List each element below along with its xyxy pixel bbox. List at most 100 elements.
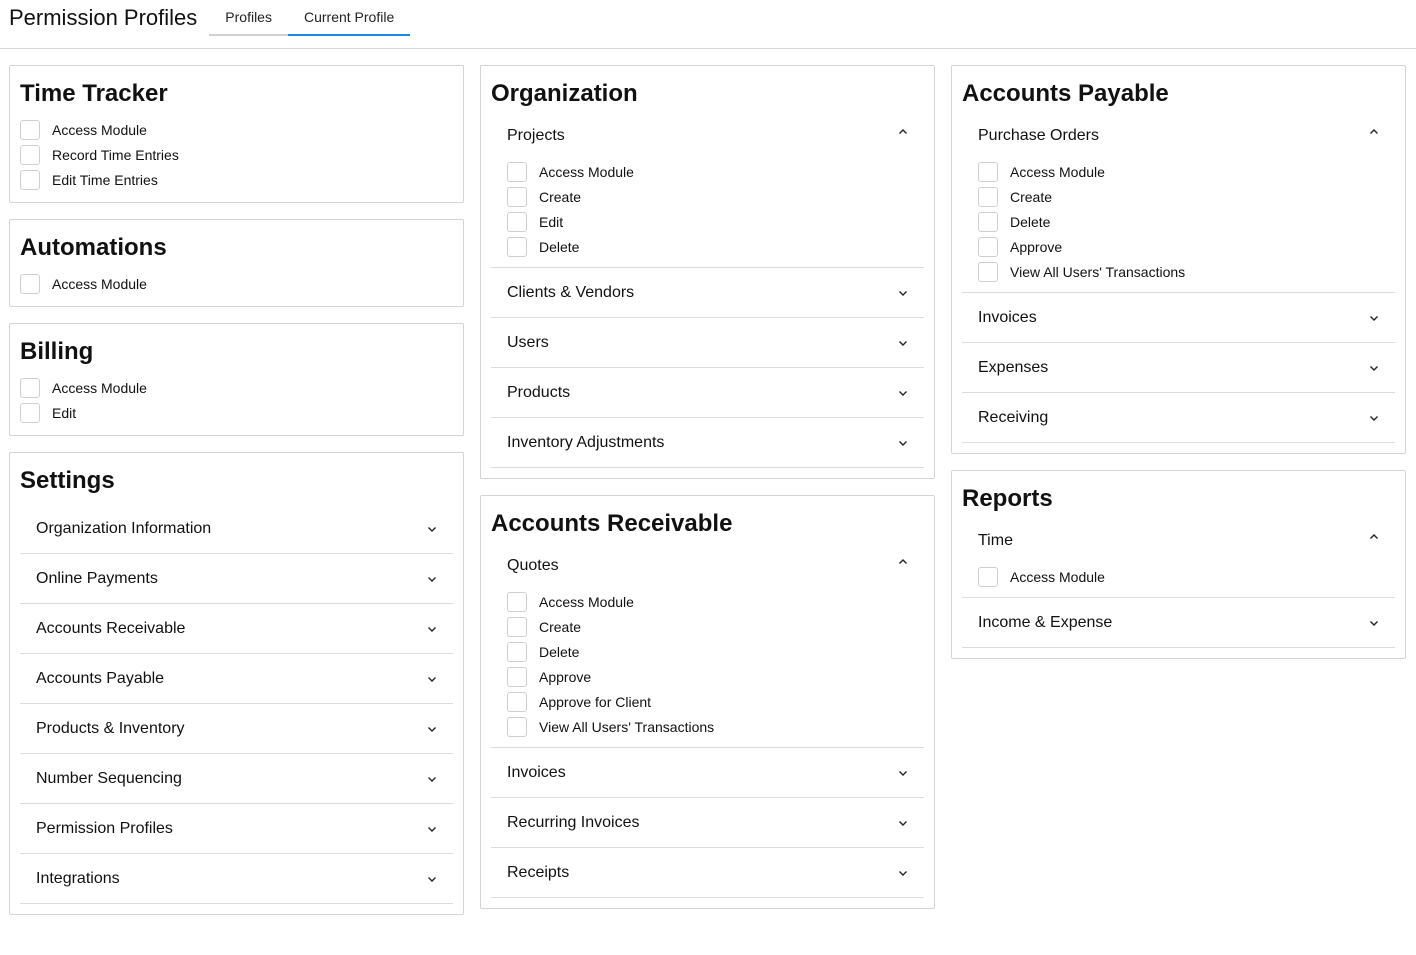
accordion-permission-profiles[interactable]: Permission Profiles xyxy=(20,804,453,854)
accordion-organization-information[interactable]: Organization Information xyxy=(20,504,453,554)
accordion-label: Recurring Invoices xyxy=(507,813,640,831)
checkbox-label: Create xyxy=(539,188,582,205)
accordion-expenses[interactable]: Expenses xyxy=(962,343,1395,393)
checkbox[interactable] xyxy=(978,236,998,257)
accordion-purchase-orders[interactable]: Purchase Orders xyxy=(962,117,1395,157)
accordion-income-expense[interactable]: Income & Expense xyxy=(962,598,1395,648)
accordion-label: Integrations xyxy=(36,869,120,887)
accordion-integrations[interactable]: Integrations xyxy=(20,854,453,904)
accordion-number-sequencing[interactable]: Number Sequencing xyxy=(20,754,453,804)
chevron-down-icon xyxy=(427,824,437,834)
checkbox[interactable] xyxy=(20,273,40,294)
accordion-label: Income & Expense xyxy=(978,613,1113,631)
accordion-label: Inventory Adjustments xyxy=(507,433,665,451)
checkbox[interactable] xyxy=(507,591,527,612)
chevron-down-icon xyxy=(1369,413,1379,423)
checkbox[interactable] xyxy=(978,211,998,232)
accordion-label: Users xyxy=(507,333,549,351)
checkbox-label: Delete xyxy=(539,238,580,255)
checkbox[interactable] xyxy=(507,691,527,712)
chevron-down-icon xyxy=(898,768,908,778)
card-title: Billing xyxy=(20,338,94,365)
tab-profiles[interactable]: Profiles xyxy=(209,0,288,36)
checkbox-label: View All Users' Transactions xyxy=(539,718,715,735)
accordion-label: Permission Profiles xyxy=(36,819,173,837)
accordion-label: Number Sequencing xyxy=(36,769,182,787)
permission-row: Edit Time Entries xyxy=(20,167,453,192)
card-automations: Automations Access Module xyxy=(9,219,464,307)
card-title: Automations xyxy=(20,234,167,261)
card-title: Accounts Receivable xyxy=(491,510,733,537)
accordion-inventory-adjustments[interactable]: Inventory Adjustments xyxy=(491,418,924,468)
accordion-online-payments[interactable]: Online Payments xyxy=(20,554,453,604)
accordion-body-purchase-orders: Access Module Create Delete Approve View… xyxy=(962,157,1395,293)
checkbox[interactable] xyxy=(507,161,527,182)
chevron-down-icon xyxy=(898,818,908,828)
accordion-time[interactable]: Time xyxy=(962,522,1395,562)
checkbox[interactable] xyxy=(507,236,527,257)
permission-row: Create xyxy=(507,184,908,209)
checkbox[interactable] xyxy=(20,377,40,398)
permission-row: View All Users' Transactions xyxy=(507,714,908,739)
tab-current-profile[interactable]: Current Profile xyxy=(287,0,411,36)
accordion-users[interactable]: Users xyxy=(491,318,924,368)
chevron-up-icon xyxy=(1369,532,1379,542)
checkbox[interactable] xyxy=(20,144,40,165)
accordion-receiving[interactable]: Receiving xyxy=(962,393,1395,443)
checkbox-label: Approve xyxy=(1010,238,1063,255)
checkbox[interactable] xyxy=(978,186,998,207)
checkbox[interactable] xyxy=(20,119,40,140)
accordion-quotes[interactable]: Quotes xyxy=(491,547,924,587)
permission-row: Access Module xyxy=(507,589,908,614)
chevron-down-icon xyxy=(898,338,908,348)
column-right: Accounts Payable Purchase Orders Access … xyxy=(951,65,1406,675)
checkbox[interactable] xyxy=(507,641,527,662)
checkbox[interactable] xyxy=(507,666,527,687)
permission-row: Access Module xyxy=(20,117,453,142)
checkbox[interactable] xyxy=(978,161,998,182)
accordion-label: Organization Information xyxy=(36,519,212,537)
checkbox[interactable] xyxy=(20,169,40,190)
permission-row: Create xyxy=(507,614,908,639)
checkbox[interactable] xyxy=(507,716,527,737)
accordion-recurring-invoices[interactable]: Recurring Invoices xyxy=(491,798,924,848)
accordion-receipts[interactable]: Receipts xyxy=(491,848,924,898)
accordion-clients-vendors[interactable]: Clients & Vendors xyxy=(491,268,924,318)
accordion-body-quotes: Access Module Create Delete Approve Appr… xyxy=(491,587,924,748)
column-left: Time Tracker Access Module Record Time E… xyxy=(9,65,464,931)
accordion-invoices[interactable]: Invoices xyxy=(491,748,924,798)
checkbox-label: Approve xyxy=(539,668,592,685)
card-settings: Settings Organization Information Online… xyxy=(9,452,464,915)
accordion-products[interactable]: Products xyxy=(491,368,924,418)
checkbox[interactable] xyxy=(20,402,40,423)
accordion-label: Clients & Vendors xyxy=(507,283,635,301)
accordion-accounts-receivable[interactable]: Accounts Receivable xyxy=(20,604,453,654)
chevron-down-icon xyxy=(427,874,437,884)
checkbox-label: Delete xyxy=(1010,213,1051,230)
checkbox[interactable] xyxy=(978,261,998,282)
column-middle: Organization Projects Access Module Crea… xyxy=(480,65,935,925)
accordion-label: Quotes xyxy=(507,557,559,574)
accordion-accounts-payable[interactable]: Accounts Payable xyxy=(20,654,453,704)
permission-row: Delete xyxy=(507,639,908,664)
checkbox[interactable] xyxy=(507,211,527,232)
chevron-down-icon xyxy=(898,388,908,398)
accordion-invoices[interactable]: Invoices xyxy=(962,293,1395,343)
checkbox-label: Access Module xyxy=(52,121,147,138)
checkbox[interactable] xyxy=(507,186,527,207)
chevron-up-icon xyxy=(1369,127,1379,137)
checkbox-label: Edit xyxy=(539,213,564,230)
permission-row: Access Module xyxy=(20,375,453,400)
accordion-products-inventory[interactable]: Products & Inventory xyxy=(20,704,453,754)
top-bar: Permission Profiles Profiles Current Pro… xyxy=(0,0,1416,49)
checkbox[interactable] xyxy=(978,566,998,587)
accordion-label: Products xyxy=(507,383,571,401)
checkbox[interactable] xyxy=(507,616,527,637)
permission-row: Approve xyxy=(978,234,1379,259)
permission-row: Approve for Client xyxy=(507,689,908,714)
accordion-label: Purchase Orders xyxy=(978,127,1099,144)
permission-row: Edit xyxy=(20,400,453,425)
accordion-projects[interactable]: Projects xyxy=(491,117,924,157)
card-billing: Billing Access Module Edit xyxy=(9,323,464,436)
accordion-label: Receiving xyxy=(978,408,1049,426)
